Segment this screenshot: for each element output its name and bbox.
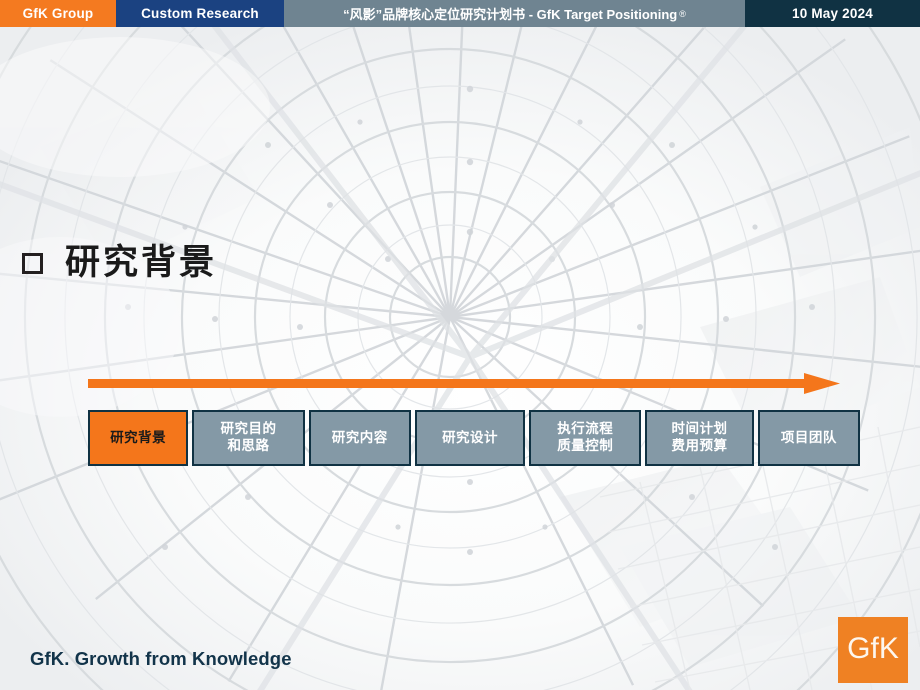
header-brand-block: GfK Group [0,0,116,27]
header-date-label: 10 May 2024 [791,6,873,21]
page-title: 研究背景 [65,243,218,283]
hollow-square-bullet-icon [22,253,43,274]
nav-step-label-line: 项目团队 [780,429,837,446]
header-title-block: “风影”品牌核心定位研究计划书 - GfK Target Positioning… [284,0,745,27]
slide-canvas: GfK Group Custom Research “风影”品牌核心定位研究计划… [0,0,920,690]
nav-step-label-line: 时间计划 [671,421,728,438]
nav-step-label: 执行流程 质量控制 [557,421,613,455]
nav-step-label: 研究背景 [110,430,166,447]
nav-step-label: 研究内容 [332,430,388,447]
header-date-block: 10 May 2024 [745,0,920,27]
nav-step-label-line: 质量控制 [557,438,614,454]
header-title-label: “风影”品牌核心定位研究计划书 - GfK Target Positioning [343,7,678,22]
nav-step-label: 项目团队 [781,430,837,447]
nav-step-label-line: 研究内容 [331,429,388,446]
gfk-logo-label: GfK [847,632,899,665]
nav-step-label-line: 执行流程 [557,421,614,438]
nav-step-3[interactable]: 研究内容 [308,410,411,466]
gfk-logo: GfK [838,617,908,683]
nav-step-label-line: 研究设计 [442,429,499,446]
nav-step-2[interactable]: 研究目的 和思路 [192,410,305,466]
nav-step-label-line: 和思路 [227,438,270,454]
nav-step-7[interactable]: 项目团队 [757,410,861,466]
nav-step-5[interactable]: 执行流程 质量控制 [529,410,642,466]
header-research-type-block: Custom Research [116,0,284,27]
registered-trademark-icon: ® [679,8,686,19]
nav-step-label: 研究目的 和思路 [220,421,276,455]
header-brand-label: GfK Group [22,6,94,21]
nav-step-6[interactable]: 时间计划 费用预算 [645,410,754,466]
nav-step-label: 时间计划 费用预算 [672,421,728,455]
nav-step-label-line: 费用预算 [671,438,728,454]
footer-tagline: GfK. Growth from Knowledge [30,648,292,669]
nav-step-label: 研究设计 [442,430,498,447]
nav-step-4[interactable]: 研究设计 [414,410,526,466]
slide-header-bar: GfK Group Custom Research “风影”品牌核心定位研究计划… [0,0,920,27]
header-research-type-label: Custom Research [141,6,259,21]
nav-step-label-line: 研究目的 [220,421,277,438]
nav-step-label-line: 研究背景 [110,429,167,446]
slide-heading: 研究背景 [22,246,217,281]
background-photo-dome-lattice [0,27,920,690]
progress-arrow [88,372,840,396]
process-step-nav: 研究背景 研究目的 和思路 研究内容 研究设计 执行流程 质量控制 时间计划 费用预算 项目团队 [88,410,861,466]
nav-step-1[interactable]: 研究背景 [88,410,189,466]
